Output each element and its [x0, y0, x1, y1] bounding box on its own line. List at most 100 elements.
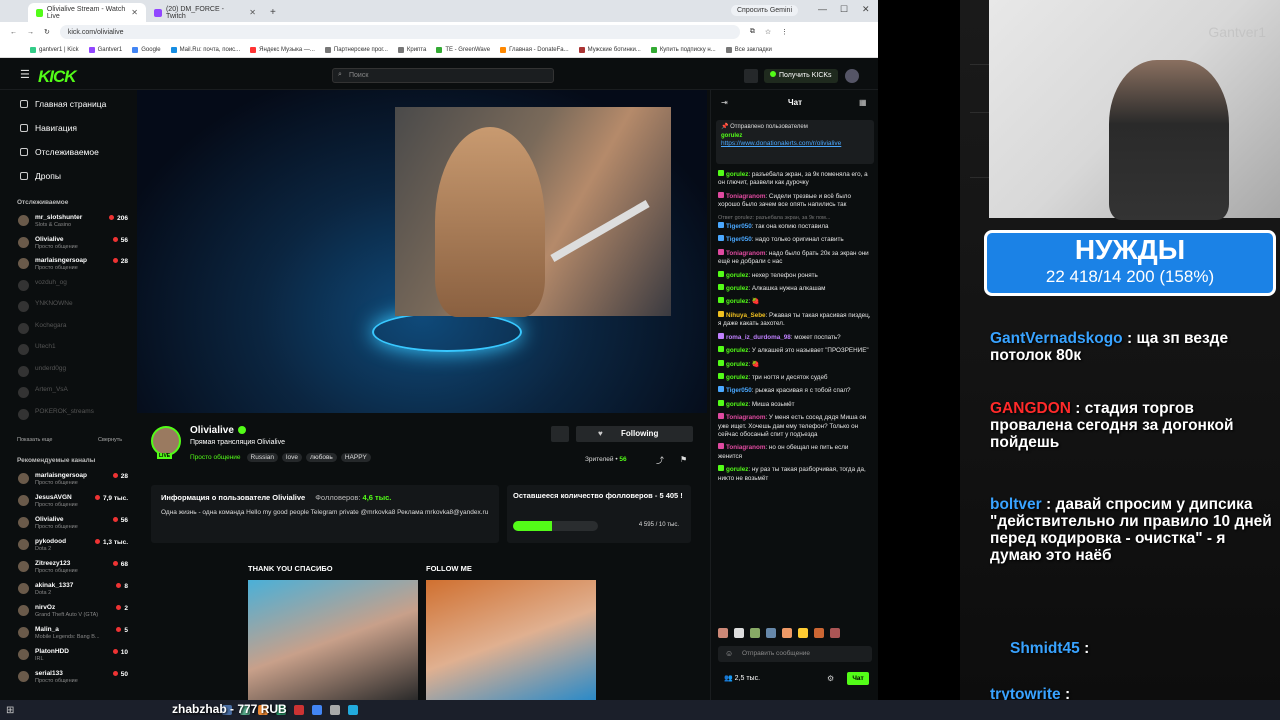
sidebar-channel[interactable]: pykodood Dota 2 1,3 тыс. — [18, 536, 128, 556]
chat-username[interactable]: roma_iz_durdoma_98 — [726, 334, 791, 341]
settings-icon[interactable]: ⚙ — [827, 674, 834, 683]
maximize-icon[interactable]: ☐ — [840, 4, 848, 15]
taskbar-app-icon[interactable] — [330, 705, 341, 715]
user-avatar[interactable] — [845, 69, 859, 83]
pinned-link[interactable]: https://www.donationalerts.com/r/olivial… — [721, 140, 869, 148]
bookmark[interactable]: Мужские ботинки... — [578, 46, 641, 53]
get-kicks-button[interactable]: Получить KICKs — [764, 69, 838, 83]
chat-input[interactable]: Отправить сообщение — [718, 646, 872, 662]
taskbar-app-icon[interactable] — [348, 705, 359, 715]
sidebar-channel[interactable]: PlatonHDD IRL 10 — [18, 646, 128, 666]
sidebar-channel[interactable]: vozduh_og — [18, 277, 128, 297]
bookmark[interactable]: Google — [132, 46, 161, 53]
bookmark[interactable]: Все закладки — [725, 46, 772, 53]
chat-username[interactable]: gorulez — [726, 374, 748, 381]
sidebar-channel[interactable]: Kochegara — [18, 320, 128, 340]
start-icon[interactable]: ⊞ — [6, 705, 14, 716]
hamburger-icon[interactable]: ☰ — [20, 68, 30, 81]
collapse-link[interactable]: Свернуть — [98, 437, 122, 443]
sidebar-channel[interactable]: marlaisngersoap Просто общение 28 — [18, 255, 128, 275]
emote-icon[interactable] — [766, 628, 776, 638]
bookmark[interactable]: Крипта — [397, 46, 426, 53]
following-button[interactable]: ♥ Following — [576, 426, 693, 442]
category-link[interactable]: Просто общение — [190, 453, 241, 462]
bookmark-star-icon[interactable]: ☆ — [765, 28, 771, 36]
kick-logo[interactable]: KICK — [38, 67, 77, 87]
emote-icon[interactable] — [782, 628, 792, 638]
chat-username[interactable]: Toniagranom — [726, 444, 765, 451]
sidebar-channel[interactable]: serial133 Просто общение 50 — [18, 668, 128, 688]
chat-username[interactable]: gorulez — [726, 171, 748, 178]
bookmark[interactable]: Партнерские прог... — [324, 46, 388, 53]
tag[interactable]: Russian — [246, 453, 279, 462]
show-more-link[interactable]: Показать еще — [17, 437, 53, 443]
minimize-icon[interactable]: — — [818, 4, 827, 14]
tag[interactable]: HAPPY — [340, 453, 371, 462]
nav-drops[interactable]: Дропы — [20, 171, 61, 181]
tab-olivialive[interactable]: Olivialive Stream - Watch Live ✕ — [28, 3, 146, 22]
streamer-name[interactable]: Olivialive — [190, 425, 246, 436]
bookmark[interactable]: gantver1 | Kick — [30, 46, 79, 53]
close-window-icon[interactable]: ✕ — [862, 4, 870, 15]
chat-username[interactable]: Nihuya_Sebe — [726, 312, 766, 319]
send-chat-button[interactable]: Чат — [847, 672, 869, 685]
sidebar-channel[interactable]: Olivialive Просто общение 56 — [18, 234, 128, 254]
extensions-icon[interactable]: ⧉ — [750, 28, 755, 36]
chat-username[interactable]: gorulez — [726, 298, 748, 305]
taskbar-app-icon[interactable] — [294, 705, 305, 715]
bookmark[interactable]: Gantver1 — [88, 46, 122, 53]
emote-icon[interactable] — [718, 628, 728, 638]
chat-username[interactable]: Tiger050 — [726, 387, 752, 394]
tag[interactable]: любовь — [305, 453, 337, 462]
sidebar-channel[interactable]: Olivialive Просто общение 56 — [18, 514, 128, 534]
url-field[interactable]: kick.com/olivialive — [59, 25, 740, 39]
bookmark[interactable]: Mail.Ru: почта, поис... — [170, 46, 240, 53]
sidebar-channel[interactable]: marlaisngersoap Просто общение 28 — [18, 470, 128, 490]
flag-icon[interactable]: ⚑ — [680, 455, 687, 464]
reload-icon[interactable]: ↻ — [44, 28, 50, 36]
chat-users-icon[interactable]: ▦ — [859, 98, 867, 107]
emote-icon[interactable] — [830, 628, 840, 638]
chat-username[interactable]: Toniagranom — [726, 414, 765, 421]
share-icon[interactable]: ⤴ — [656, 455, 664, 466]
emote-icon[interactable] — [798, 628, 808, 638]
sidebar-channel[interactable]: Utech1 — [18, 341, 128, 361]
panel-image-thanks[interactable] — [248, 580, 418, 700]
chat-username[interactable]: gorulez — [726, 285, 748, 292]
chat-username[interactable]: gorulez — [726, 361, 748, 368]
close-tab-icon[interactable]: ✕ — [131, 8, 138, 17]
emote-icon[interactable] — [734, 628, 744, 638]
chat-username[interactable]: gorulez — [726, 347, 748, 354]
tag[interactable]: love — [282, 453, 302, 462]
notification-bell-button[interactable] — [551, 426, 569, 442]
new-tab-icon[interactable]: + — [270, 3, 276, 22]
gemini-button[interactable]: Спросить Gemini — [730, 5, 798, 16]
sidebar-channel[interactable]: mr_slotshunter Slots & Casino 206 — [18, 212, 128, 232]
sidebar-channel[interactable]: akinak_1337 Dota 2 8 — [18, 580, 128, 600]
emoji-icon[interactable]: ☺ — [725, 649, 733, 658]
bookmark[interactable]: Главная - DonateFa... — [500, 46, 569, 53]
panel-image-telegram[interactable] — [426, 580, 596, 700]
chat-username[interactable]: gorulez — [726, 401, 748, 408]
back-icon[interactable]: ← — [10, 29, 17, 36]
chat-username[interactable]: Toniagranom — [726, 250, 765, 257]
emote-icon[interactable] — [814, 628, 824, 638]
bookmark[interactable]: Яндекс Музыка —... — [250, 46, 315, 53]
emote-icon[interactable] — [750, 628, 760, 638]
chat-username[interactable]: Toniagranom — [726, 193, 765, 200]
sidebar-channel[interactable]: Artem_VsA — [18, 384, 128, 404]
menu-icon[interactable]: ⋮ — [781, 28, 788, 36]
sidebar-channel[interactable]: Zitreezy123 Просто общение 68 — [18, 558, 128, 578]
sidebar-channel[interactable]: underd0gg — [18, 363, 128, 383]
nav-home[interactable]: Главная страница — [20, 99, 106, 109]
search-input[interactable]: Поиск — [332, 68, 554, 83]
streamer-avatar[interactable] — [151, 426, 181, 456]
chat-username[interactable]: Tiger050 — [726, 236, 752, 243]
taskbar-app-icon[interactable] — [312, 705, 323, 715]
chat-username[interactable]: gorulez — [726, 272, 748, 279]
nav-following[interactable]: Отслеживаемое — [20, 147, 99, 157]
forward-icon[interactable]: → — [27, 29, 34, 36]
tab-twitch[interactable]: (20) DM_FORCE - Twitch ✕ — [146, 3, 264, 22]
sidebar-channel[interactable]: YNKNOWNe — [18, 298, 128, 318]
sidebar-channel[interactable]: JesusAVGN Просто общение 7,9 тыс. — [18, 492, 128, 512]
